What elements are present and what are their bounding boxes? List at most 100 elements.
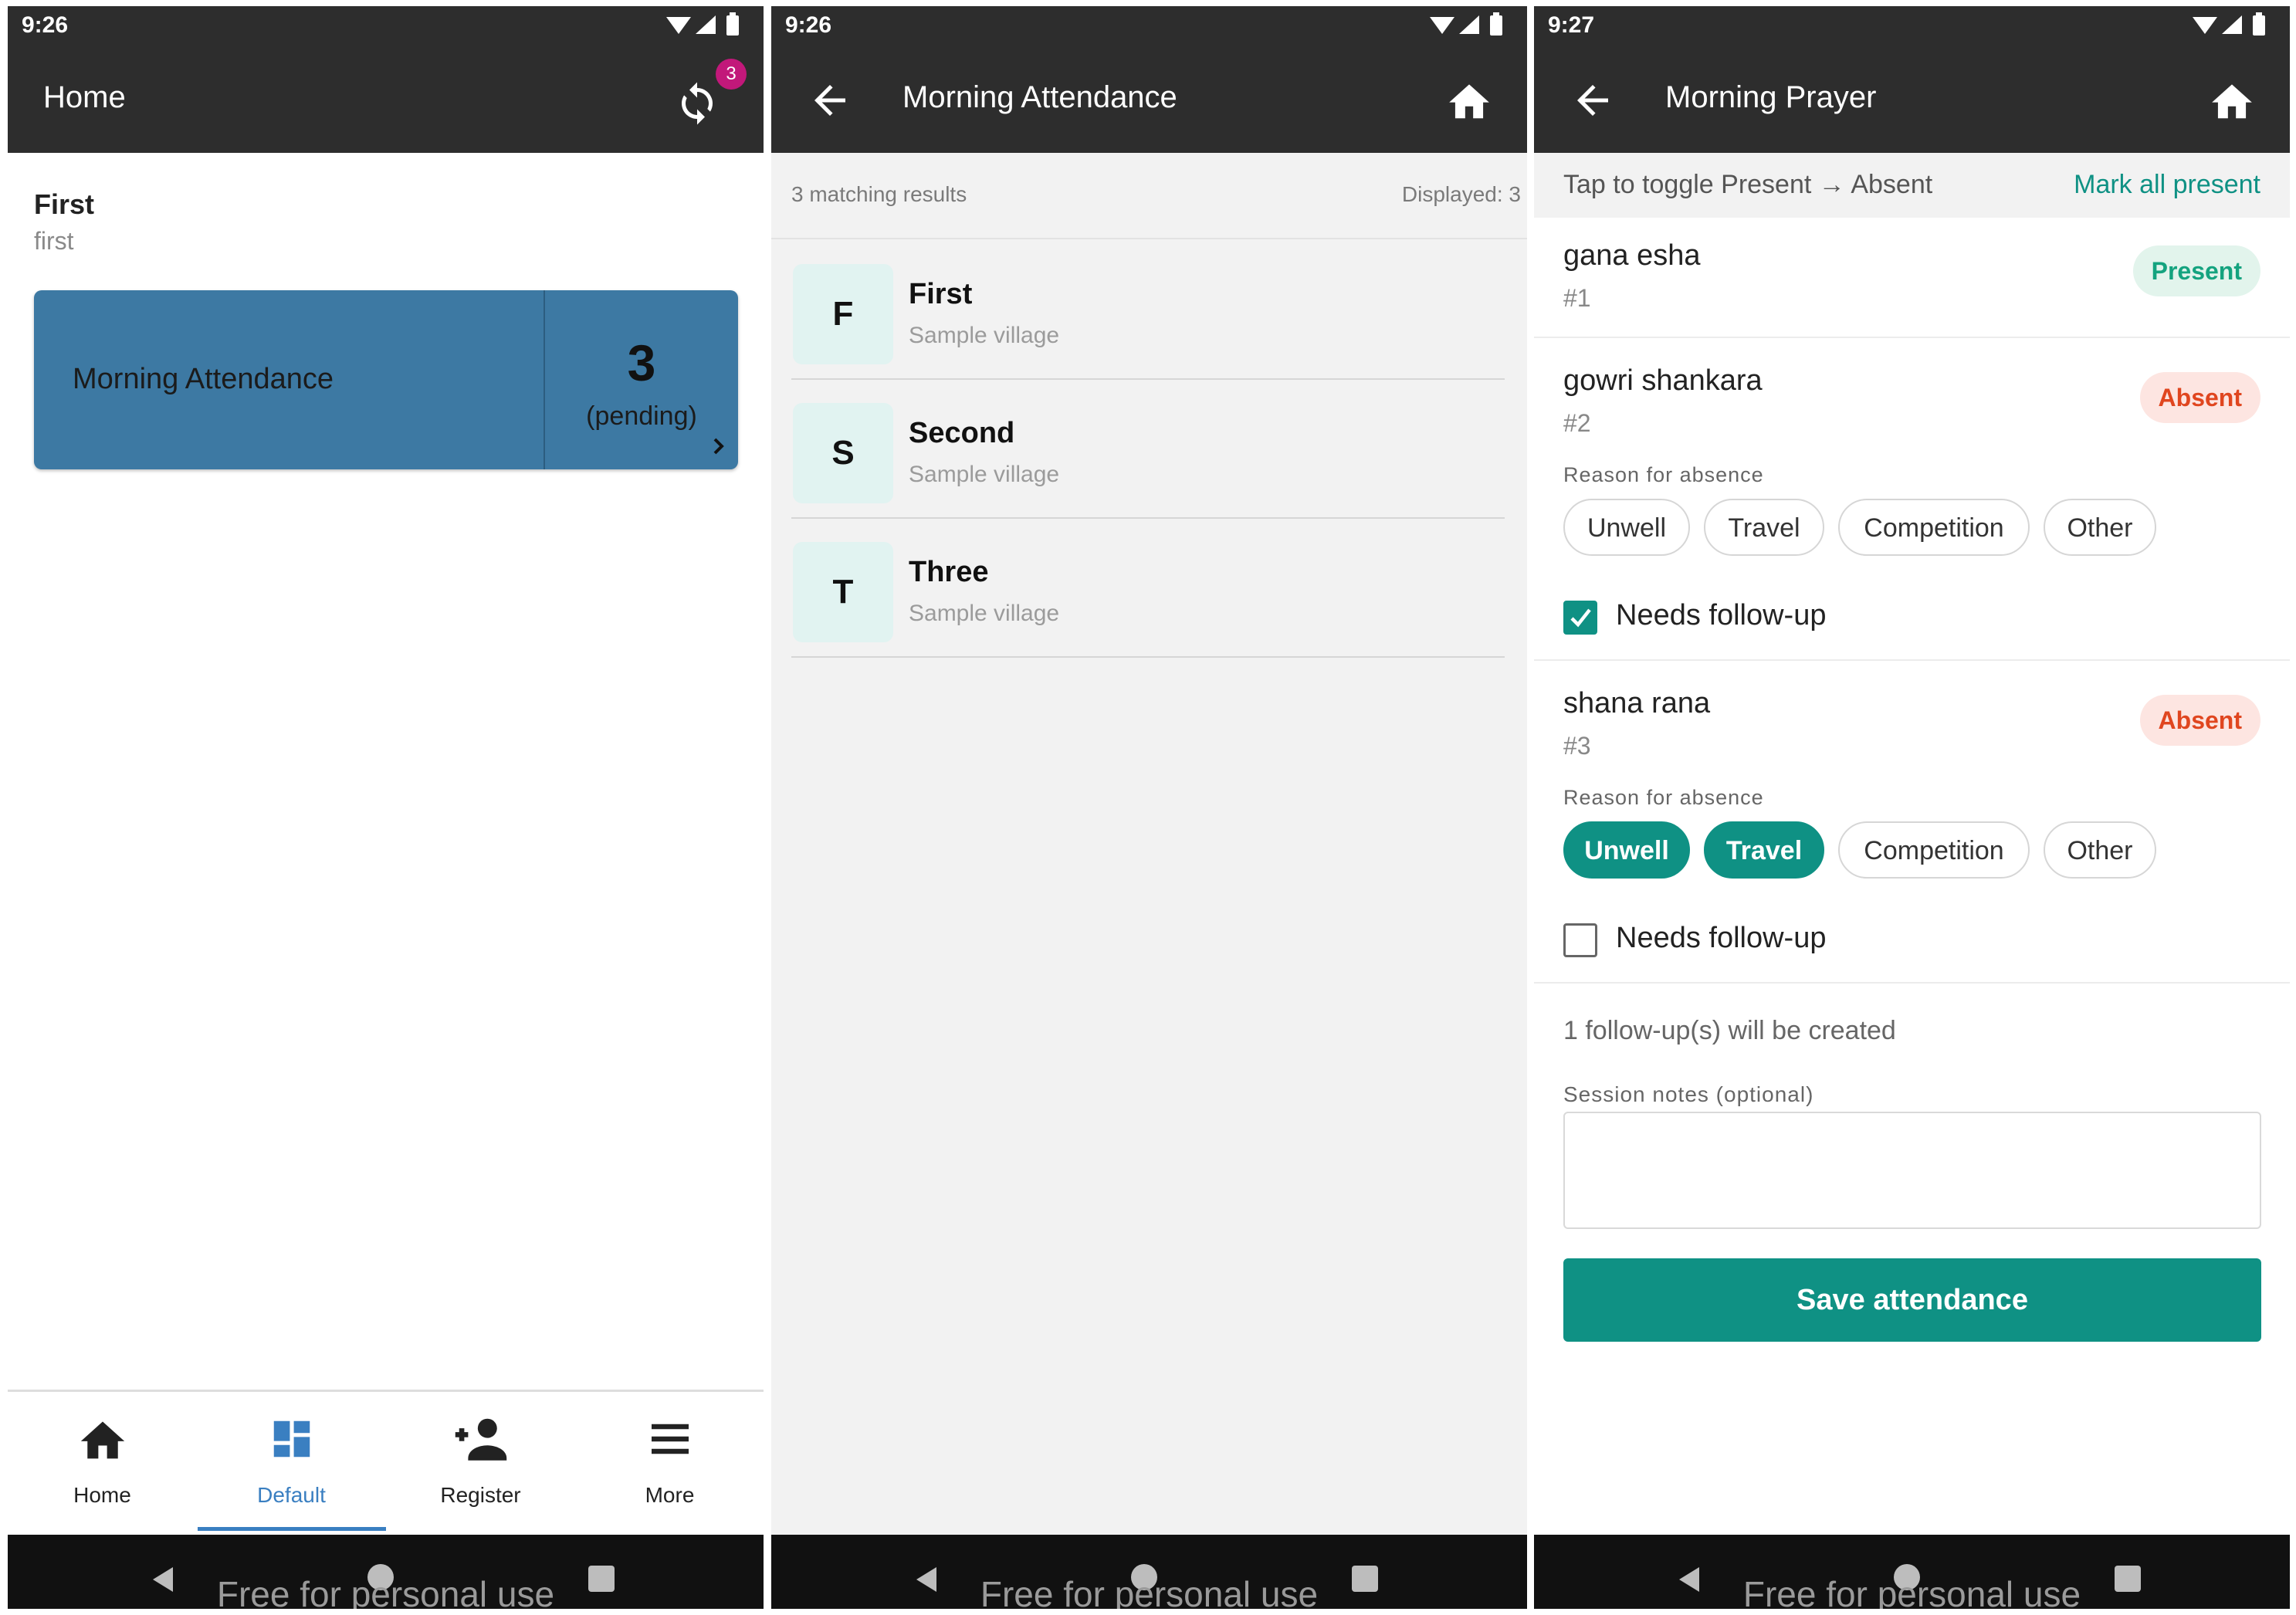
back-arrow-icon[interactable] <box>807 77 853 127</box>
battery-icon <box>726 15 739 36</box>
divider <box>1534 659 2290 661</box>
list-item-village: Sample village <box>909 462 1060 487</box>
bottom-navigation: Home Default Register More <box>8 1390 764 1537</box>
wifi-icon <box>666 17 691 34</box>
nav-default[interactable]: Default <box>197 1392 386 1537</box>
dashboard-icon <box>197 1415 386 1467</box>
session-notes-input[interactable] <box>1563 1112 2261 1229</box>
status-icons <box>2191 12 2276 41</box>
reason-chip-travel[interactable]: Travel <box>1704 821 1824 879</box>
person-number: #2 <box>1563 409 1591 437</box>
needs-followup-checkbox[interactable] <box>1563 601 1597 635</box>
morning-prayer-screen: 9:27 Morning Prayer Tap to toggle Presen… <box>1534 6 2290 1609</box>
attendance-list-screen: 9:26 Morning Attendance 3 matching resul… <box>771 6 1527 1609</box>
person-number: #1 <box>1563 284 1591 312</box>
page-title: Morning Attendance <box>902 80 1177 114</box>
nav-more[interactable]: More <box>575 1392 764 1537</box>
wifi-icon <box>1430 17 1454 34</box>
page-title: Home <box>43 80 126 114</box>
avatar: S <box>793 403 893 503</box>
signal-icon <box>1459 15 1479 34</box>
battery-icon <box>2253 15 2265 36</box>
nav-register-label: Register <box>440 1483 521 1507</box>
card-label: Morning Attendance <box>73 363 334 395</box>
reason-chip-competition[interactable]: Competition <box>1838 499 2030 556</box>
list-item[interactable]: T Three Sample village <box>791 517 1505 658</box>
divider <box>1534 982 2290 984</box>
home-icon[interactable] <box>1445 77 1493 127</box>
person-number: #3 <box>1563 732 1591 760</box>
watermark: Free for personal use <box>980 1574 1319 1609</box>
reason-label: Reason for absence <box>1563 463 1764 486</box>
pending-label: (pending) <box>586 401 697 431</box>
nav-register[interactable]: Register <box>386 1392 575 1537</box>
status-icons <box>1428 12 1513 41</box>
reason-chip-unwell[interactable]: Unwell <box>1563 821 1690 879</box>
reason-chip-other[interactable]: Other <box>2044 821 2156 879</box>
needs-followup-label: Needs follow-up <box>1616 922 1827 954</box>
followup-count: 1 follow-up(s) will be created <box>1563 1016 1896 1045</box>
home-screen: 9:26 Home 3 First first Morning Attendan… <box>8 6 764 1609</box>
list-item[interactable]: F First Sample village <box>791 239 1505 380</box>
back-arrow-icon[interactable] <box>1570 77 1616 127</box>
user-subtitle: first <box>34 227 74 255</box>
page-title: Morning Prayer <box>1665 80 1877 114</box>
session-notes-label: Session notes (optional) <box>1563 1082 1814 1106</box>
toggle-hint: Tap to toggle Present → Absent <box>1563 170 1933 199</box>
signal-icon <box>2222 15 2242 34</box>
wifi-icon <box>2193 17 2217 34</box>
list-item[interactable]: S Second Sample village <box>791 378 1505 519</box>
reason-label: Reason for absence <box>1563 786 1764 809</box>
status-time: 9:26 <box>22 12 69 38</box>
status-toggle-absent[interactable]: Absent <box>2139 372 2260 423</box>
avatar: F <box>793 264 893 364</box>
status-icons <box>665 12 750 41</box>
sync-count-badge: 3 <box>716 59 747 90</box>
battery-icon <box>1490 15 1502 36</box>
signal-icon <box>696 15 716 34</box>
reason-chip-unwell[interactable]: Unwell <box>1563 499 1690 556</box>
nav-home-label: Home <box>73 1483 131 1507</box>
save-attendance-button[interactable]: Save attendance <box>1563 1258 2261 1342</box>
nav-default-label: Default <box>257 1483 326 1507</box>
status-time: 9:27 <box>1548 12 1595 38</box>
system-nav-bar: Free for personal use <box>8 1535 764 1609</box>
chevron-right-icon <box>710 436 727 460</box>
toggle-hint-bar: Tap to toggle Present → Absent Mark all … <box>1534 153 2290 218</box>
app-bar: Home 3 <box>8 43 764 153</box>
needs-followup-label: Needs follow-up <box>1616 599 1827 631</box>
reason-chip-travel[interactable]: Travel <box>1704 499 1824 556</box>
matching-results: 3 matching results <box>791 182 967 206</box>
person-name: gana esha <box>1563 239 1701 272</box>
app-bar: Morning Prayer <box>1534 43 2290 153</box>
active-tab-indicator <box>198 1527 386 1531</box>
reason-chip-competition[interactable]: Competition <box>1838 821 2030 879</box>
needs-followup-checkbox[interactable] <box>1563 923 1597 957</box>
results-summary: 3 matching results Displayed: 3 <box>771 153 1527 239</box>
status-time: 9:26 <box>785 12 832 38</box>
menu-icon <box>575 1415 764 1467</box>
system-nav-bar: Free for personal use <box>1534 1535 2290 1609</box>
list-item-village: Sample village <box>909 323 1060 348</box>
list-item-village: Sample village <box>909 601 1060 626</box>
home-icon[interactable] <box>2208 77 2256 127</box>
person-name: gowri shankara <box>1563 364 1763 397</box>
status-bar: 9:26 <box>8 6 764 43</box>
person-name: shana rana <box>1563 687 1711 719</box>
status-bar: 9:27 <box>1534 6 2290 43</box>
add-person-icon <box>386 1415 575 1467</box>
pending-count: 3 <box>627 334 656 391</box>
sync-icon[interactable] <box>674 80 720 130</box>
mark-all-present-link[interactable]: Mark all present <box>2074 170 2260 200</box>
app-bar: Morning Attendance <box>771 43 1527 153</box>
status-toggle-present[interactable]: Present <box>2132 245 2260 296</box>
status-toggle-absent[interactable]: Absent <box>2139 695 2260 746</box>
divider <box>1534 337 2290 338</box>
reason-chip-other[interactable]: Other <box>2044 499 2156 556</box>
status-bar: 9:26 <box>771 6 1527 43</box>
user-name: First <box>34 188 95 220</box>
nav-more-label: More <box>645 1483 695 1507</box>
watermark: Free for personal use <box>216 1574 555 1609</box>
morning-attendance-card[interactable]: Morning Attendance 3 (pending) <box>34 290 738 469</box>
nav-home[interactable]: Home <box>8 1392 197 1537</box>
